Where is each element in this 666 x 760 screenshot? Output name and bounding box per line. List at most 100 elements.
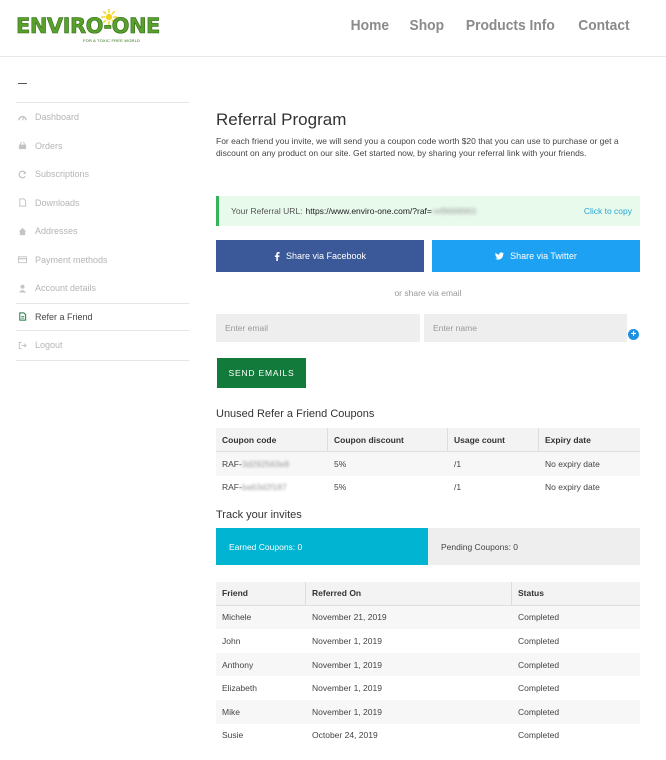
or-share-email-text: or share via email: [394, 288, 462, 298]
invite-status: Completed: [518, 683, 560, 694]
coupon-discount: 5%: [334, 458, 347, 469]
table-header: Coupon code Coupon discount Usage count …: [216, 428, 640, 452]
table-row: Susie October 24, 2019 Completed: [216, 724, 640, 748]
friend-name: Elizabeth: [222, 683, 257, 694]
coupon-usage: /1: [454, 458, 462, 469]
column-header: Status: [518, 588, 544, 599]
table-row: Anthony November 1, 2019 Completed: [216, 652, 640, 677]
referral-code: ref9668963: [432, 206, 476, 216]
referral-url-box: Your Referral URL: https://www.enviro-on…: [216, 196, 640, 226]
credit-card-icon: [18, 255, 27, 264]
name-field[interactable]: Enter name: [424, 314, 627, 342]
sidebar-item-payment-methods[interactable]: Payment methods: [16, 246, 189, 275]
referred-date: November 1, 2019: [312, 659, 382, 670]
main-nav: Home Shop Products Info Contact: [332, 17, 632, 34]
column-header: Coupon discount: [328, 428, 448, 451]
referred-date: November 1, 2019: [312, 706, 382, 717]
sidebar-item-label: Refer a Friend: [35, 311, 93, 322]
column-header: Usage count: [448, 428, 539, 451]
coupons-table: Coupon code Coupon discount Usage count …: [216, 428, 640, 499]
share-twitter-button[interactable]: Share via Twitter: [432, 240, 640, 272]
referred-date: November 1, 2019: [312, 683, 382, 694]
coupon-code: RAF-ba63d2f187: [216, 476, 328, 500]
tab-earned-coupons[interactable]: Earned Coupons: 0: [216, 528, 428, 565]
sidebar-item-label: Payment methods: [35, 254, 108, 265]
friend-name: Michele: [222, 612, 252, 623]
account-sidebar: Dashboard Orders Subscriptions Downloads…: [16, 74, 189, 361]
track-invites-heading: Track your invites: [216, 509, 302, 521]
friend-name: John: [222, 635, 241, 646]
referred-date: November 1, 2019: [312, 635, 382, 646]
invite-rows: Michele November 21, 2019 Completed John Nov…: [216, 605, 640, 748]
referred-date: October 24, 2019: [312, 730, 378, 741]
sidebar-item-addresses[interactable]: Addresses: [16, 217, 189, 246]
basket-icon: [18, 141, 27, 150]
coupon-discount: 5%: [334, 482, 347, 493]
sidebar-item-account-details[interactable]: Account details: [16, 274, 189, 303]
nav-shop[interactable]: Shop: [409, 17, 444, 34]
sign-out-icon: [18, 341, 27, 350]
table-row: Mike November 1, 2019 Completed: [216, 699, 640, 724]
nav-products-info[interactable]: Products Info: [466, 17, 555, 34]
coupon-code-hidden: 3d292563e8: [241, 458, 290, 469]
sidebar-item-subscriptions[interactable]: Subscriptions: [16, 160, 189, 189]
sidebar-item-orders[interactable]: Orders: [16, 132, 189, 161]
sidebar-item-dashboard[interactable]: Dashboard: [16, 103, 189, 132]
nav-contact[interactable]: Contact: [578, 17, 629, 34]
tachometer-icon: [18, 113, 27, 122]
share-facebook-button[interactable]: Share via Facebook: [216, 240, 424, 272]
table-row: John November 1, 2019 Completed: [216, 629, 640, 653]
sidebar-toggle[interactable]: [18, 83, 27, 84]
coupon-code: RAF- 3d292563e8: [216, 452, 328, 476]
coupons-heading: Unused Refer a Friend Coupons: [216, 408, 375, 420]
friend-name: Susie: [222, 730, 244, 741]
coupon-expiry: No expiry date: [545, 458, 600, 469]
coupon-prefix: RAF-: [222, 482, 242, 493]
copy-link-button[interactable]: Click to copy: [584, 206, 632, 216]
table-row: RAF- 3d292563e8 5% /1 No expiry date: [216, 452, 640, 476]
nav-home[interactable]: Home: [351, 17, 389, 34]
user-icon: [18, 284, 27, 293]
table-row: Michele November 21, 2019 Completed: [216, 605, 640, 630]
sidebar-item-label: Addresses: [35, 226, 78, 237]
facebook-icon: [274, 251, 280, 261]
invite-status: Completed: [518, 659, 560, 670]
table-row: RAF-ba63d2f187 5% /1 No expiry date: [216, 476, 640, 500]
column-header: Coupon code: [216, 428, 328, 451]
site-header: ENVIRO-ONE FOR A TOXIC FREE WORLD Home S…: [0, 0, 666, 57]
sidebar-item-label: Logout: [35, 340, 63, 351]
name-placeholder: Enter name: [433, 323, 477, 333]
coupon-usage: /1: [454, 482, 462, 493]
brand-logo[interactable]: ENVIRO-ONE FOR A TOXIC FREE WORLD: [16, 8, 161, 48]
sidebar-item-label: Orders: [35, 140, 63, 151]
tab-pending-coupons[interactable]: Pending Coupons: 0: [428, 528, 640, 565]
referral-url[interactable]: https://www.enviro-one.com/?raf=: [306, 206, 432, 216]
home-icon: [18, 227, 27, 236]
send-emails-button[interactable]: SEND EMAILS: [217, 358, 306, 388]
document-icon: [18, 312, 27, 321]
share-buttons: Share via Facebook Share via Twitter: [216, 240, 640, 272]
share-twitter-label: Share via Twitter: [510, 251, 577, 261]
share-facebook-label: Share via Facebook: [285, 251, 367, 261]
email-placeholder: Enter email: [225, 323, 268, 333]
add-field-icon[interactable]: +: [628, 329, 639, 340]
sidebar-item-label: Subscriptions: [35, 169, 90, 180]
column-header: Expiry date: [545, 434, 591, 445]
brand-tagline: FOR A TOXIC FREE WORLD: [83, 38, 141, 43]
invite-status: Completed: [518, 612, 560, 623]
invites-table: Friend Referred On Status Michele Novembe…: [216, 582, 640, 747]
invite-tabs: Earned Coupons: 0 Pending Coupons: 0: [216, 528, 640, 565]
page-title: Referral Program: [216, 110, 347, 129]
referred-date: November 21, 2019: [312, 612, 387, 623]
referral-url-label: Your Referral URL:: [231, 206, 303, 216]
intro-text: For each friend you invite, we will send…: [216, 136, 619, 158]
twitter-icon: [495, 252, 505, 260]
coupon-code-hidden: ba63d2f187: [241, 482, 287, 493]
invite-form: Enter email Enter name +: [216, 314, 640, 342]
email-field[interactable]: Enter email: [216, 314, 420, 342]
brand-name: ENVIRO-ONE: [16, 14, 161, 39]
sidebar-item-logout[interactable]: Logout: [16, 331, 189, 360]
sidebar-item-refer-a-friend[interactable]: Refer a Friend: [16, 302, 189, 331]
account-nav: Dashboard Orders Subscriptions Downloads…: [16, 102, 189, 361]
sidebar-item-downloads[interactable]: Downloads: [16, 189, 189, 218]
